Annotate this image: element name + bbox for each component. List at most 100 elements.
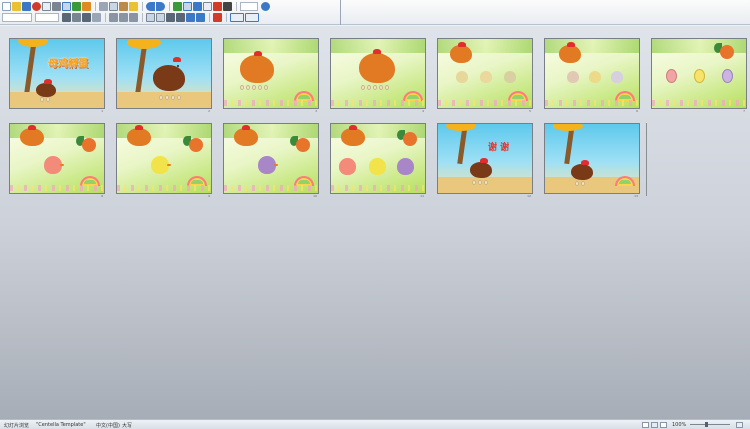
flowers-art	[331, 100, 425, 106]
undo-icon[interactable]	[146, 2, 155, 11]
research-icon[interactable]	[82, 2, 91, 11]
copy-icon[interactable]	[109, 2, 118, 11]
slide-thumbnail-2[interactable]: 2	[116, 38, 212, 113]
email-icon[interactable]	[42, 2, 51, 11]
chick-art	[339, 158, 356, 175]
hen-art	[36, 83, 56, 97]
slide-number: 12	[527, 194, 531, 198]
slide-thumbnail-1[interactable]: 母鸡孵蛋 1	[9, 38, 105, 113]
zoom-slider[interactable]	[690, 424, 730, 425]
grayscale-icon[interactable]	[223, 2, 232, 11]
center-icon[interactable]	[119, 13, 128, 22]
hen-comb-art	[135, 125, 143, 130]
insert-chart-icon[interactable]	[173, 2, 182, 11]
font-color-icon[interactable]	[213, 13, 222, 22]
toolbar-separator	[209, 13, 210, 22]
toolbar-separator	[95, 2, 96, 11]
slide-thumbnail-10[interactable]: 10	[223, 123, 319, 198]
decrease-font-icon[interactable]	[176, 13, 185, 22]
align-left-icon[interactable]	[109, 13, 118, 22]
slide-image: 母鸡孵蛋	[9, 38, 105, 109]
show-formatting-icon[interactable]	[213, 2, 222, 11]
slide-thumbnail-8[interactable]: 8	[9, 123, 105, 198]
slide-thumbnail-9[interactable]: 9	[116, 123, 212, 198]
cut-icon[interactable]	[99, 2, 108, 11]
slide-number: 6	[636, 109, 638, 113]
slide-sorter-pane[interactable]: 母鸡孵蛋 1 2 3 4 5 6 7 8 9 10 11 谢 谢 12 13	[0, 26, 750, 419]
slide-thumbnail-7[interactable]: 7	[651, 38, 747, 113]
save-icon[interactable]	[22, 2, 31, 11]
fit-to-window-button[interactable]	[736, 422, 743, 428]
egg-art	[722, 69, 733, 83]
flowers-art	[10, 185, 104, 191]
chick-beak-art	[167, 164, 171, 166]
toolbar-separator	[226, 13, 227, 22]
hen-comb-art	[567, 42, 575, 47]
view-indicator: 幻灯片浏览	[4, 423, 30, 429]
format-painter-icon[interactable]	[129, 2, 138, 11]
toolbar-separator	[142, 2, 143, 11]
spelling-icon[interactable]	[72, 2, 81, 11]
egg-art	[666, 69, 677, 83]
slide-thumbnail-12[interactable]: 谢 谢 12	[437, 123, 533, 198]
tree-art	[24, 39, 37, 95]
font-combo[interactable]	[2, 13, 32, 22]
toolbar-row-standard	[0, 1, 271, 12]
slide-thumbnail-6[interactable]: 6	[544, 38, 640, 113]
italic-icon[interactable]	[72, 13, 81, 22]
new-slide-icon[interactable]	[245, 13, 259, 22]
chick-art	[567, 71, 579, 83]
slide-image	[437, 38, 533, 109]
slide-number: 5	[529, 109, 531, 113]
redo-icon[interactable]	[156, 2, 165, 11]
expand-all-icon[interactable]	[203, 2, 212, 11]
open-icon[interactable]	[12, 2, 21, 11]
shadow-icon[interactable]	[92, 13, 101, 22]
slide-image	[116, 123, 212, 194]
toolbar-row-formatting	[0, 12, 260, 23]
zoom-slider-thumb[interactable]	[705, 422, 708, 427]
flowers-art	[224, 185, 318, 191]
egg-art	[177, 95, 181, 100]
bold-icon[interactable]	[62, 13, 71, 22]
slide-thumbnail-13[interactable]: 13	[544, 123, 640, 198]
toolbar-separator	[169, 2, 170, 11]
font-size-combo[interactable]	[35, 13, 59, 22]
slide-thumbnail-3[interactable]: 3	[223, 38, 319, 113]
permission-icon[interactable]	[32, 2, 41, 11]
normal-view-button[interactable]	[642, 422, 649, 428]
egg-art	[575, 181, 579, 186]
zoom-combo[interactable]	[240, 2, 258, 11]
egg-art	[264, 85, 268, 90]
slide-title: 母鸡孵蛋	[48, 59, 88, 70]
align-right-icon[interactable]	[129, 13, 138, 22]
new-icon[interactable]	[2, 2, 11, 11]
insert-table-icon[interactable]	[183, 2, 192, 11]
hen-eye-art	[177, 65, 179, 67]
chick-art	[480, 71, 492, 83]
print-icon[interactable]	[52, 2, 61, 11]
slide-image: 谢 谢	[437, 123, 533, 194]
help-icon[interactable]	[261, 2, 270, 11]
insert-hyperlink-icon[interactable]	[193, 2, 202, 11]
slideshow-view-button[interactable]	[660, 422, 667, 428]
hen-art	[559, 45, 581, 63]
insertion-marker	[646, 123, 647, 196]
paste-icon[interactable]	[119, 2, 128, 11]
print-preview-icon[interactable]	[62, 2, 71, 11]
hen-art	[234, 128, 258, 146]
slide-thumbnail-11[interactable]: 11	[330, 123, 426, 198]
increase-indent-icon[interactable]	[196, 13, 205, 22]
rooster-art	[189, 138, 203, 152]
slide-thumbnail-4[interactable]: 4	[330, 38, 426, 113]
decrease-indent-icon[interactable]	[186, 13, 195, 22]
numbering-icon[interactable]	[146, 13, 155, 22]
bullets-icon[interactable]	[156, 13, 165, 22]
design-icon[interactable]	[230, 13, 244, 22]
slide-sorter-view-button[interactable]	[651, 422, 658, 428]
increase-font-icon[interactable]	[166, 13, 175, 22]
slide-title: 谢 谢	[488, 143, 510, 153]
slide-thumbnail-5[interactable]: 5	[437, 38, 533, 113]
zoom-level[interactable]: 100%	[672, 422, 686, 428]
underline-icon[interactable]	[82, 13, 91, 22]
